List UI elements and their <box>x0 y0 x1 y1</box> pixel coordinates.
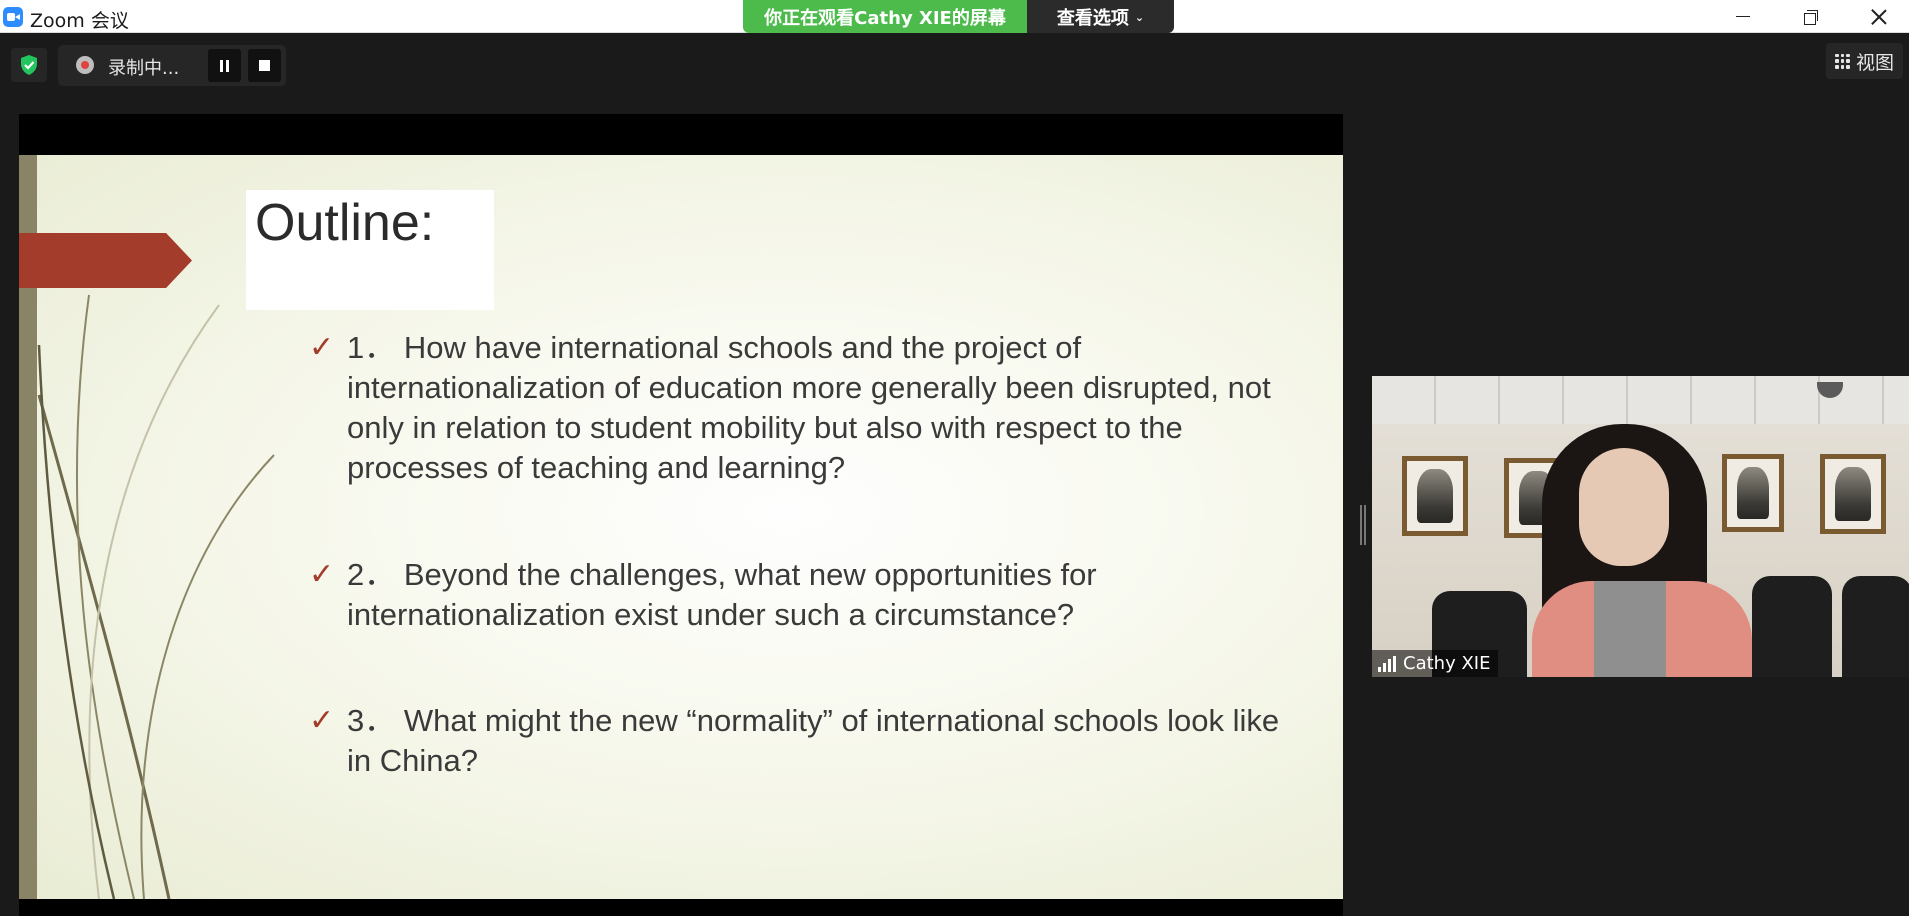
shield-check-icon <box>21 55 37 75</box>
bullet-text: 2． Beyond the challenges, what new oppor… <box>347 557 1097 632</box>
close-icon <box>1871 9 1887 25</box>
check-icon: ✓ <box>309 558 335 591</box>
restore-icon <box>1804 9 1818 25</box>
bullet-text: 1． How have international schools and th… <box>347 330 1271 485</box>
portrait-frame <box>1402 456 1468 536</box>
recording-indicator: 录制中... <box>58 45 286 86</box>
slide-bullet: ✓ 1． How have international schools and … <box>309 328 1289 488</box>
portrait-frame <box>1722 454 1784 532</box>
panel-resize-handle[interactable] <box>1360 505 1366 545</box>
presentation-slide: Outline: ✓ 1． How have international sch… <box>19 155 1343 899</box>
security-shield-button[interactable] <box>11 48 47 82</box>
participant-name: Cathy XIE <box>1403 653 1491 674</box>
slide-arrow-shape <box>19 233 192 288</box>
person-shirt <box>1594 581 1666 677</box>
slide-bullet: ✓ 2． Beyond the challenges, what new opp… <box>309 555 1289 635</box>
window-title: Zoom 会议 <box>30 10 129 32</box>
check-icon: ✓ <box>309 331 335 364</box>
person-face <box>1579 448 1669 566</box>
grid-icon <box>1834 53 1850 69</box>
chevron-down-icon: ⌄ <box>1134 11 1145 24</box>
stop-icon <box>259 60 270 71</box>
portrait-frame <box>1820 454 1886 534</box>
view-options-label: 查看选项 <box>1056 7 1129 29</box>
pause-recording-button[interactable] <box>208 49 241 82</box>
restore-button[interactable] <box>1778 0 1844 33</box>
bullet-text: 3． What might the new “normality” of int… <box>347 703 1280 778</box>
chair <box>1752 576 1832 677</box>
participant-name-tag: Cathy XIE <box>1372 650 1499 677</box>
record-icon <box>76 56 94 74</box>
view-button[interactable]: 视图 <box>1826 43 1903 79</box>
minimize-icon <box>1736 16 1750 17</box>
slide-title: Outline: <box>255 194 435 252</box>
close-button[interactable] <box>1846 0 1909 33</box>
zoom-logo-icon <box>3 7 23 27</box>
signal-icon <box>1378 655 1396 672</box>
recording-label: 录制中... <box>108 58 180 79</box>
check-icon: ✓ <box>309 704 335 737</box>
participant-video[interactable] <box>1372 376 1909 677</box>
pause-icon <box>220 59 229 72</box>
share-banner: 你正在观看Cathy XIE的屏幕 查看选项 ⌄ <box>743 0 1174 33</box>
stop-recording-button[interactable] <box>248 49 281 82</box>
minimize-button[interactable] <box>1710 0 1776 33</box>
view-options-button[interactable]: 查看选项 ⌄ <box>1027 0 1174 33</box>
share-status: 你正在观看Cathy XIE的屏幕 <box>743 0 1027 33</box>
slide-bullet: ✓ 3． What might the new “normality” of i… <box>309 701 1289 781</box>
view-button-label: 视图 <box>1855 51 1894 74</box>
chair <box>1842 576 1909 677</box>
